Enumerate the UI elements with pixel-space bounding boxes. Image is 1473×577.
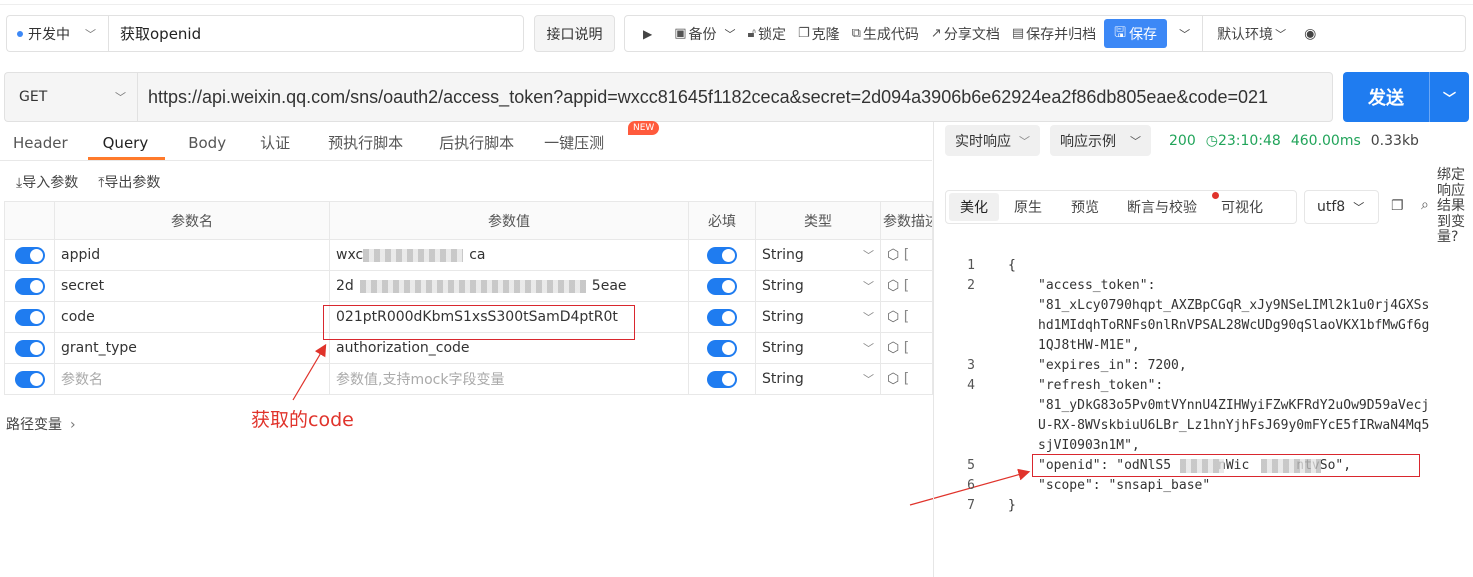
line-number: 7 [967, 498, 975, 513]
openid-highlight-box [1032, 454, 1420, 477]
notification-dot [1212, 192, 1219, 199]
line-text: "81_yDkG83o5Pv0mtVYnnU4ZIHWyiFZwKFRdY2uO… [1038, 398, 1430, 413]
line-number: 1 [967, 258, 975, 273]
code-line: 1QJ8tHW-M1E", [945, 336, 1473, 356]
line-number: 4 [967, 378, 975, 393]
code-line: "81_xLcy0790hqpt_AXZBpCGqR_xJy9NSeLIMl2k… [945, 296, 1473, 316]
arrow-to-code [292, 343, 327, 401]
line-number [945, 316, 975, 336]
code-line: 4 "refresh_token": [945, 376, 1473, 396]
line-number: 5 [967, 458, 975, 473]
line-text: 1QJ8tHW-M1E", [1038, 338, 1140, 353]
chevron-down-icon: ﹀ [1019, 134, 1030, 148]
line-text: sjVI0903n1M", [1038, 438, 1140, 453]
pane-divider[interactable] [933, 122, 934, 577]
encoding-label: utf8 [1317, 199, 1346, 215]
line-number [945, 336, 975, 356]
clock-icon: ◷ [1205, 132, 1218, 149]
line-text: "expires_in": 7200, [1038, 358, 1187, 373]
code-line: 2 "access_token": [945, 276, 1473, 296]
encoding-select[interactable]: utf8 ﹀ [1304, 190, 1379, 224]
tab-pretty[interactable]: 美化 [949, 193, 999, 221]
chevron-down-icon: ﹀ [1353, 201, 1365, 214]
chevron-right-icon: › [70, 417, 76, 433]
line-number: 3 [967, 358, 975, 373]
response-view-tabs: 美化 原生 预览 断言与校验 可视化 [945, 190, 1297, 224]
example-label: 响应示例 [1060, 133, 1116, 150]
response-example-select[interactable]: 响应示例 ﹀ [1050, 125, 1151, 156]
bind-response-variable[interactable]: 绑定响应结果到变量? [1437, 167, 1473, 246]
path-variables-toggle[interactable]: 路径变量 › [6, 414, 76, 434]
line-text: hd1MIdqhToRNFs0nlRnVPSAL28WcUDg90qSlaoVK… [1038, 318, 1430, 333]
line-text: { [1008, 258, 1016, 273]
line-text: "refresh_token": [1038, 378, 1164, 393]
code-line: sjVI0903n1M", [945, 436, 1473, 456]
tab-raw[interactable]: 原生 [999, 193, 1057, 221]
response-mode-select[interactable]: 实时响应 ﹀ [945, 125, 1040, 156]
tab-visualize[interactable]: 可视化 [1211, 193, 1273, 221]
status-code: 200 [1169, 132, 1196, 149]
code-line: 3 "expires_in": 7200, [945, 356, 1473, 376]
annotation-label: 获取的code [251, 409, 354, 431]
code-line: "81_yDkG83o5Pv0mtVYnnU4ZIHWyiFZwKFRdY2uO… [945, 396, 1473, 416]
line-text: "81_xLcy0790hqpt_AXZBpCGqR_xJy9NSeLIMl2k… [1038, 298, 1430, 313]
response-body[interactable]: 1{ 2 "access_token": "81_xLcy0790hqpt_AXZ… [945, 256, 1473, 516]
code-line: 6 "scope": "snsapi_base" [945, 476, 1473, 496]
line-number [945, 416, 975, 436]
code-line: hd1MIdqhToRNFs0nlRnVPSAL28WcUDg90qSlaoVK… [945, 316, 1473, 336]
mode-label: 实时响应 [955, 133, 1011, 150]
tab-assertions[interactable]: 断言与校验 [1113, 193, 1211, 221]
response-size: 0.33kb [1370, 132, 1419, 149]
response-time: ◷23:10:48 [1206, 133, 1281, 149]
code-line: 1{ [945, 256, 1473, 276]
line-text: } [1008, 498, 1016, 513]
tab-preview[interactable]: 预览 [1057, 193, 1113, 221]
path-var-label: 路径变量 [6, 417, 62, 433]
copy-icon[interactable]: ❐ [1391, 198, 1404, 214]
line-number [945, 296, 975, 316]
line-number [945, 436, 975, 456]
chevron-down-icon: ﹀ [1130, 134, 1141, 148]
search-icon[interactable]: ⌕ [1421, 197, 1429, 213]
line-number: 2 [967, 278, 975, 293]
response-duration: 460.00ms [1290, 132, 1361, 149]
code-line: U-RX-8WVskbiuU6LBr_Lz1hnYjhFsJ69y0mFYcE5… [945, 416, 1473, 436]
code-line: 7} [945, 496, 1473, 516]
line-text: "access_token": [1038, 278, 1156, 293]
line-number [945, 396, 975, 416]
line-text: "scope": "snsapi_base" [1038, 478, 1211, 493]
line-text: U-RX-8WVskbiuU6LBr_Lz1hnYjhFsJ69y0mFYcE5… [1038, 418, 1430, 433]
line-number: 6 [967, 478, 975, 493]
response-header: 实时响应 ﹀ 响应示例 ﹀ 200 ◷23:10:48 460.00ms 0.33k… [945, 125, 1419, 156]
time-label: 23:10:48 [1217, 132, 1281, 149]
